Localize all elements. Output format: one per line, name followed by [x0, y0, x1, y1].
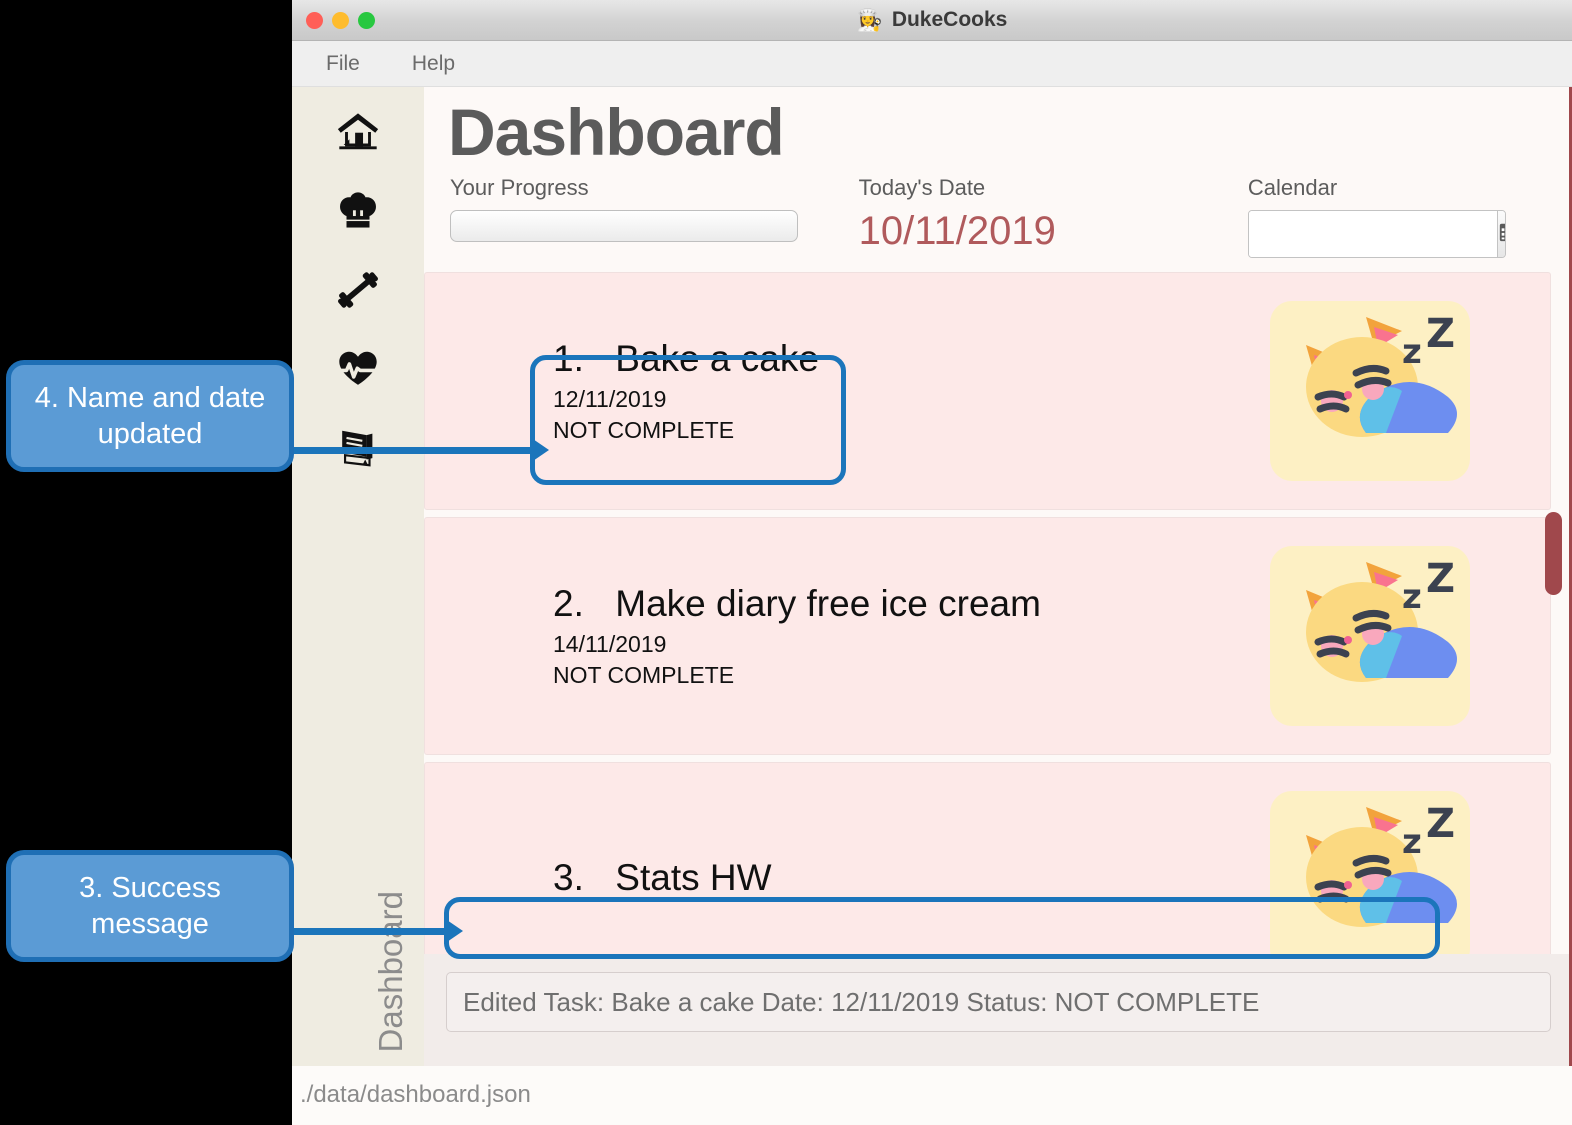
calendar-date-picker[interactable]: [1247, 210, 1506, 258]
task-row[interactable]: 1. Bake a cake 12/11/2019 NOT COMPLETE z…: [424, 272, 1551, 510]
page-title: Dashboard: [448, 95, 785, 169]
annotation-callout-3-text: 3. Success message: [79, 871, 221, 940]
main-pane: Dashboard Your Progress Today's Date 10/…: [424, 87, 1572, 1066]
task-row[interactable]: 2. Make diary free ice cream 14/11/2019 …: [424, 517, 1551, 755]
task-details: 2. Make diary free ice cream 14/11/2019 …: [553, 583, 1270, 689]
screenshot-root: 👩‍🍳 DukeCooks File Help: [0, 0, 1572, 1125]
task-list-scrollbar[interactable]: [1544, 272, 1566, 954]
chef-emoji-icon: 👩‍🍳: [856, 8, 883, 32]
task-status: NOT COMPLETE: [553, 662, 735, 688]
sidebar-item-health[interactable]: [327, 340, 389, 402]
calendar-section: Calendar: [1247, 175, 1569, 258]
sidebar-item-recipes[interactable]: [327, 182, 389, 244]
annotation-callout-4: 4. Name and date updated: [6, 360, 294, 472]
save-location-path: ./data/dashboard.json: [300, 1081, 531, 1108]
sidebar-item-home[interactable]: [327, 103, 389, 165]
annotation-arrow-head-4: [530, 437, 549, 463]
today-date-label: Today's Date: [858, 175, 986, 200]
sidebar-nav: Dashboard: [292, 87, 424, 1066]
status-bar: ./data/dashboard.json: [292, 1066, 1572, 1124]
calendar-input[interactable]: [1248, 211, 1497, 257]
task-thumbnail: z Z: [1270, 546, 1470, 726]
task-list[interactable]: 1. Bake a cake 12/11/2019 NOT COMPLETE z…: [424, 272, 1569, 954]
task-date: 12/11/2019: [553, 386, 667, 412]
annotation-arrow-line-4: [286, 447, 538, 454]
task-row[interactable]: 3. Stats HW z Z: [424, 762, 1551, 954]
svg-text:Z: Z: [1426, 801, 1455, 847]
task-number: 1.: [553, 338, 584, 379]
minimize-window-button[interactable]: [332, 12, 349, 29]
task-date: 14/11/2019: [553, 631, 667, 657]
task-status: NOT COMPLETE: [553, 417, 735, 443]
window-title: 👩‍🍳 DukeCooks: [857, 8, 1008, 32]
annotation-arrow-head-3: [444, 918, 463, 944]
sleeping-cat-icon: z Z: [1270, 791, 1470, 954]
sleeping-cat-icon: z Z: [1270, 301, 1470, 481]
app-window: 👩‍🍳 DukeCooks File Help: [292, 0, 1572, 1125]
calendar-picker-button[interactable]: [1496, 211, 1505, 257]
header-stats-row: Your Progress Today's Date 10/11/2019 Ca…: [424, 165, 1569, 258]
app-body: Dashboard Dashboard Your Progress Today'…: [292, 87, 1572, 1066]
task-name: Make diary free ice cream: [615, 583, 1041, 624]
today-date-value: 10/11/2019: [858, 209, 1056, 253]
annotation-callout-3: 3. Success message: [6, 850, 294, 962]
dumbbell-icon: [335, 267, 381, 318]
menu-item-help[interactable]: Help: [404, 48, 463, 80]
progress-label: Your Progress: [450, 175, 589, 200]
sidebar-vertical-label: Dashboard: [372, 890, 409, 1052]
close-window-button[interactable]: [306, 12, 323, 29]
menu-item-file[interactable]: File: [318, 48, 368, 80]
task-title: 1. Bake a cake: [553, 338, 1270, 380]
task-title: 3. Stats HW: [553, 857, 1270, 899]
annotation-arrow-line-3: [286, 928, 452, 935]
result-display-area: Edited Task: Bake a cake Date: 12/11/201…: [424, 954, 1569, 1066]
task-thumbnail: z Z: [1270, 791, 1470, 954]
traffic-light-group: [306, 0, 375, 41]
window-title-text: DukeCooks: [891, 8, 1008, 31]
task-details: 3. Stats HW: [553, 857, 1270, 905]
task-name: Bake a cake: [615, 338, 819, 379]
svg-text:z: z: [1402, 822, 1422, 862]
progress-bar: [450, 210, 798, 242]
task-title: 2. Make diary free ice cream: [553, 583, 1270, 625]
dashboard-header: Dashboard Your Progress Today's Date 10/…: [424, 87, 1569, 272]
svg-text:z: z: [1402, 332, 1422, 372]
result-message-text: Edited Task: Bake a cake Date: 12/11/201…: [463, 986, 1260, 1017]
heart-pulse-icon: [334, 346, 382, 397]
chef-hat-icon: [335, 188, 381, 239]
sidebar-item-workout[interactable]: [327, 261, 389, 323]
home-icon: [335, 109, 381, 160]
annotation-callout-4-text: 4. Name and date updated: [34, 381, 266, 450]
task-name: Stats HW: [615, 857, 772, 898]
calendar-icon: [1498, 221, 1505, 248]
today-date-section: Today's Date 10/11/2019: [859, 175, 1248, 252]
calendar-label: Calendar: [1247, 175, 1338, 200]
task-details: 1. Bake a cake 12/11/2019 NOT COMPLETE: [553, 338, 1270, 444]
svg-text:Z: Z: [1426, 556, 1455, 602]
sleeping-cat-icon: z Z: [1270, 546, 1470, 726]
svg-text:Z: Z: [1426, 311, 1455, 357]
svg-text:z: z: [1402, 577, 1422, 617]
result-message-box: Edited Task: Bake a cake Date: 12/11/201…: [446, 972, 1551, 1032]
task-thumbnail: z Z: [1270, 301, 1470, 481]
progress-section: Your Progress: [450, 175, 859, 242]
menu-bar: File Help: [292, 41, 1572, 87]
task-list-scrollbar-thumb[interactable]: [1545, 512, 1562, 595]
maximize-window-button[interactable]: [358, 12, 375, 29]
window-titlebar: 👩‍🍳 DukeCooks: [292, 0, 1572, 41]
task-number: 2.: [553, 583, 584, 624]
task-number: 3.: [553, 857, 584, 898]
